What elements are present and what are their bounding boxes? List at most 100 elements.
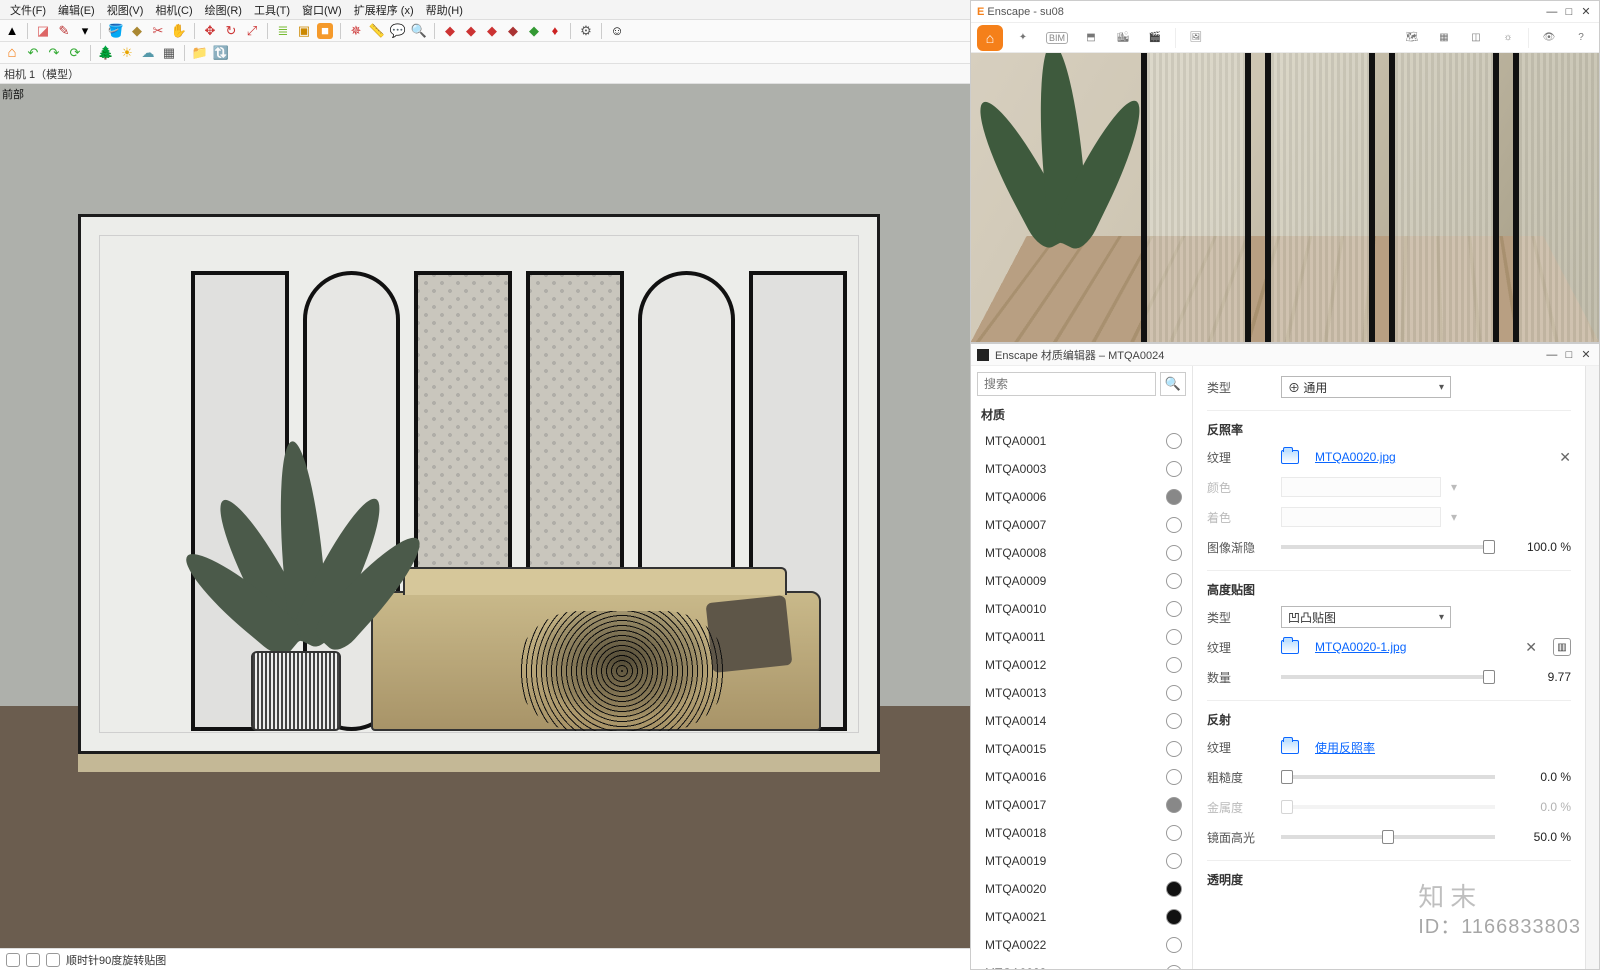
- albedo-texture-link[interactable]: MTQA0020.jpg: [1315, 450, 1396, 464]
- menu-item[interactable]: 窗口(W): [296, 2, 348, 18]
- material-item[interactable]: MTQA0007: [971, 511, 1192, 539]
- material-item[interactable]: MTQA0017: [971, 791, 1192, 819]
- tree-icon[interactable]: 🌲: [98, 45, 114, 61]
- enscape-clap-icon[interactable]: 🎬: [1143, 26, 1167, 50]
- clear-texture-icon[interactable]: ✕: [1525, 639, 1537, 656]
- folder-icon[interactable]: [1281, 740, 1299, 754]
- window-icon[interactable]: ▣: [296, 23, 312, 39]
- status-icon[interactable]: [46, 953, 60, 967]
- plugin-gem-icon[interactable]: ♦: [547, 23, 563, 39]
- move-icon[interactable]: ✥: [202, 23, 218, 39]
- menu-item[interactable]: 绘图(R): [199, 2, 248, 18]
- enscape-home-icon[interactable]: ⌂: [977, 25, 1003, 51]
- hand-icon[interactable]: ✋: [171, 23, 187, 39]
- enscape-bim-button[interactable]: BIM: [1043, 32, 1071, 44]
- material-item[interactable]: MTQA0023: [971, 959, 1192, 969]
- plugin3-icon[interactable]: ◆: [484, 23, 500, 39]
- select-tool-icon[interactable]: ▲: [4, 23, 20, 39]
- texture-extra-icon[interactable]: ▥: [1553, 638, 1571, 656]
- material-item[interactable]: MTQA0009: [971, 567, 1192, 595]
- menu-item[interactable]: 帮助(H): [420, 2, 469, 18]
- cloud-icon[interactable]: ☁: [140, 45, 156, 61]
- material-search-input[interactable]: [977, 372, 1156, 396]
- gear-icon[interactable]: ⚙: [578, 23, 594, 39]
- roughness-slider[interactable]: [1281, 775, 1495, 779]
- material-item[interactable]: MTQA0011: [971, 623, 1192, 651]
- enscape-help-icon[interactable]: ?: [1569, 26, 1593, 50]
- axis-icon[interactable]: ✵: [348, 23, 364, 39]
- plugin5-icon[interactable]: ◆: [526, 23, 542, 39]
- checker-icon[interactable]: ▦: [161, 45, 177, 61]
- search-icon[interactable]: 🔍: [411, 23, 427, 39]
- height-texture-link[interactable]: MTQA0020-1.jpg: [1315, 640, 1406, 654]
- viewport[interactable]: 前部: [0, 84, 970, 948]
- enscape-sun-icon[interactable]: ☼: [1496, 26, 1520, 50]
- enscape-grid-icon[interactable]: ▦: [1432, 26, 1456, 50]
- redo-icon[interactable]: ↷: [46, 45, 62, 61]
- specular-slider[interactable]: [1281, 835, 1495, 839]
- scale-icon[interactable]: ⤢: [244, 23, 260, 39]
- menu-item[interactable]: 相机(C): [149, 2, 198, 18]
- refresh-icon[interactable]: ⟳: [67, 45, 83, 61]
- material-item[interactable]: MTQA0022: [971, 931, 1192, 959]
- enscape-map-icon[interactable]: 🗺: [1400, 26, 1424, 50]
- folder-icon[interactable]: 📁: [192, 45, 208, 61]
- maximize-icon[interactable]: □: [1562, 6, 1576, 18]
- status-icon[interactable]: [6, 953, 20, 967]
- color-swatch[interactable]: [1281, 477, 1441, 497]
- rotate-icon[interactable]: ↻: [223, 23, 239, 39]
- enscape-city-icon[interactable]: 🏙: [1111, 26, 1135, 50]
- menu-item[interactable]: 文件(F): [4, 2, 52, 18]
- tape-icon[interactable]: 📏: [369, 23, 385, 39]
- enscape-eye-icon[interactable]: 👁: [1537, 26, 1561, 50]
- material-icon[interactable]: ◆: [129, 23, 145, 39]
- material-item[interactable]: MTQA0013: [971, 679, 1192, 707]
- tint-swatch[interactable]: [1281, 507, 1441, 527]
- plugin1-icon[interactable]: ◆: [442, 23, 458, 39]
- enscape-box-icon[interactable]: ◫: [1464, 26, 1488, 50]
- type-select[interactable]: ⊕ 通用▾: [1281, 376, 1451, 398]
- material-item[interactable]: MTQA0012: [971, 651, 1192, 679]
- material-item[interactable]: MTQA0001: [971, 427, 1192, 455]
- material-item[interactable]: MTQA0003: [971, 455, 1192, 483]
- height-type-select[interactable]: 凹凸贴图▾: [1281, 606, 1451, 628]
- sun-icon[interactable]: ☀: [119, 45, 135, 61]
- amount-slider[interactable]: [1281, 675, 1495, 679]
- enscape-screenshot-icon[interactable]: 🖼: [1184, 26, 1208, 50]
- folder-icon[interactable]: [1281, 450, 1299, 464]
- scrollbar[interactable]: [1585, 366, 1599, 969]
- material-item[interactable]: MTQA0014: [971, 707, 1192, 735]
- material-list[interactable]: MTQA0001MTQA0003MTQA0006MTQA0007MTQA0008…: [971, 427, 1192, 969]
- paint-bucket-icon[interactable]: 🪣: [108, 23, 124, 39]
- material-item[interactable]: MTQA0019: [971, 847, 1192, 875]
- enscape-home-icon[interactable]: ⌂: [4, 45, 20, 61]
- maximize-icon[interactable]: □: [1562, 349, 1576, 361]
- clip-icon[interactable]: ✂: [150, 23, 166, 39]
- speech-icon[interactable]: 💬: [390, 23, 406, 39]
- close-icon[interactable]: ✕: [1579, 5, 1593, 18]
- orange-active-icon[interactable]: ■: [317, 23, 333, 39]
- pencil-icon[interactable]: ✎: [56, 23, 72, 39]
- plugin4-icon[interactable]: ◆: [505, 23, 521, 39]
- material-item[interactable]: MTQA0008: [971, 539, 1192, 567]
- menu-item[interactable]: 工具(T): [248, 2, 296, 18]
- folder-icon[interactable]: [1281, 640, 1299, 654]
- use-albedo-link[interactable]: 使用反照率: [1315, 739, 1375, 756]
- search-button-icon[interactable]: 🔍: [1160, 372, 1186, 396]
- material-item[interactable]: MTQA0006: [971, 483, 1192, 511]
- status-icon[interactable]: [26, 953, 40, 967]
- material-item[interactable]: MTQA0020: [971, 875, 1192, 903]
- material-item[interactable]: MTQA0015: [971, 735, 1192, 763]
- menu-item[interactable]: 扩展程序 (x): [348, 2, 420, 18]
- enscape-asset-icon[interactable]: ⬒: [1079, 26, 1103, 50]
- material-item[interactable]: MTQA0010: [971, 595, 1192, 623]
- minimize-icon[interactable]: —: [1545, 349, 1559, 361]
- menu-item[interactable]: 编辑(E): [52, 2, 101, 18]
- close-icon[interactable]: ✕: [1579, 348, 1593, 361]
- dropdown-icon[interactable]: ▾: [77, 23, 93, 39]
- imagefade-slider[interactable]: [1281, 545, 1495, 549]
- menu-item[interactable]: 视图(V): [101, 2, 150, 18]
- material-item[interactable]: MTQA0021: [971, 903, 1192, 931]
- plugin2-icon[interactable]: ◆: [463, 23, 479, 39]
- clear-texture-icon[interactable]: ✕: [1559, 449, 1571, 466]
